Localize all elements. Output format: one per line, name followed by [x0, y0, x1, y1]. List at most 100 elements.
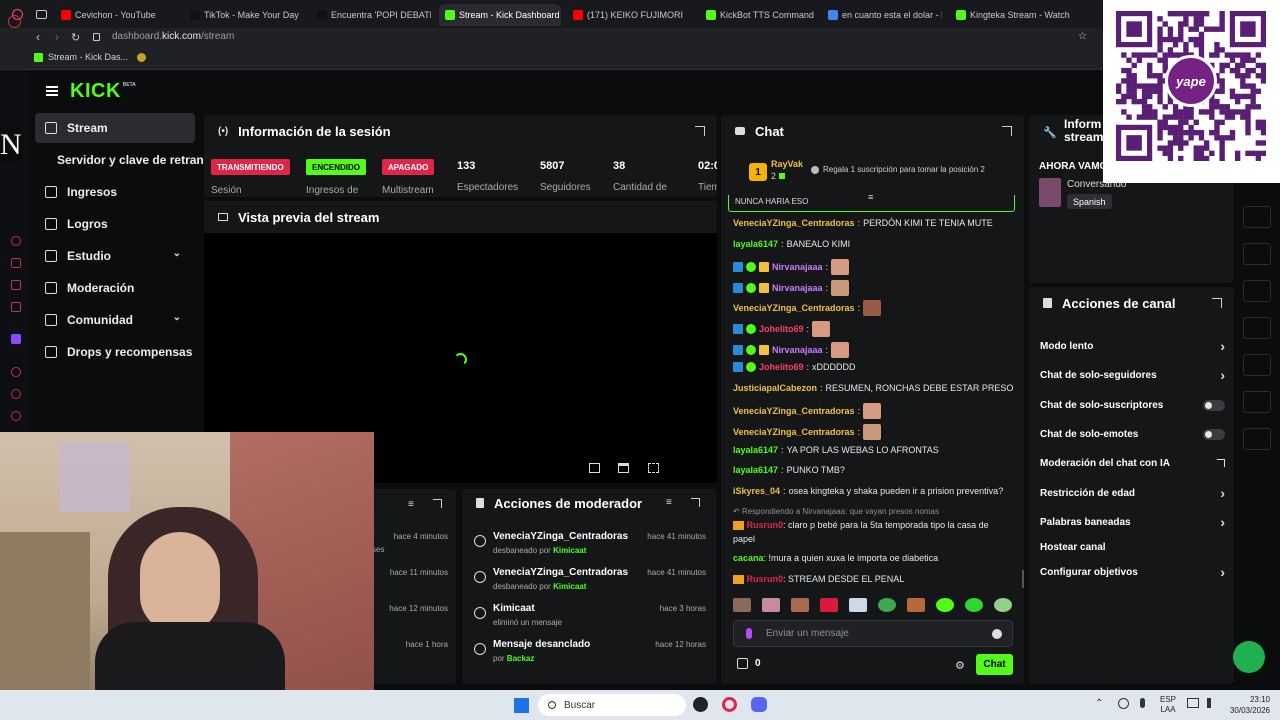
sidebar-app-icon-6[interactable] — [11, 389, 21, 399]
emoji-icon[interactable] — [992, 629, 1002, 639]
discord-icon[interactable] — [751, 697, 767, 712]
volume-icon[interactable] — [1207, 698, 1217, 708]
chat-username[interactable]: iSkyres_04 — [733, 486, 780, 496]
support-headset-icon[interactable] — [1233, 641, 1265, 673]
browser-tab[interactable]: Stream - Kick Dashboard — [439, 4, 561, 26]
sidebar-app-icon-1[interactable] — [11, 236, 21, 246]
popout-icon[interactable] — [1002, 126, 1012, 136]
rail-camera-icon[interactable] — [1243, 206, 1271, 228]
chat-username[interactable]: JusticiapalCabezon — [733, 383, 817, 393]
sidebar-app-icon-2[interactable] — [11, 258, 21, 268]
chat-username[interactable]: VeneciaYZinga_Centradoras — [733, 406, 855, 416]
rail-apps-icon[interactable] — [1243, 465, 1271, 487]
kick-logo[interactable]: KICK BETA — [70, 80, 136, 103]
extension-icon[interactable] — [137, 53, 146, 62]
chat-message[interactable]: Nirvanajaaa: — [733, 259, 850, 276]
chat-message[interactable]: VeneciaYZinga_Centradoras: PERDÓN KIMI TE… — [733, 218, 993, 228]
taskbar-search[interactable]: Buscar — [538, 694, 686, 716]
moderator-log-row[interactable]: Kimicaat eliminó un mensaje hace 3 horas — [470, 603, 710, 637]
popout-icon[interactable] — [1212, 298, 1222, 308]
popout-icon[interactable] — [433, 499, 442, 508]
chat-message[interactable]: VeneciaYZinga_Centradoras: — [733, 424, 882, 440]
chat-message[interactable]: JusticiapalCabezon: RESUMEN, RONCHAS DEBE… — [733, 383, 1013, 393]
sidebar-item-logros[interactable]: Logros — [35, 209, 195, 239]
chat-username[interactable]: Nirvanajaaa — [772, 283, 823, 293]
chat-message[interactable]: layala6147: YA POR LAS WEBAS LO AFRONTAS — [733, 445, 939, 455]
url-text[interactable]: dashboard.kick.com/stream — [112, 31, 234, 42]
emote-icon[interactable] — [878, 598, 896, 612]
windows-start-icon[interactable] — [514, 698, 529, 713]
send-chat-button[interactable]: Chat — [976, 654, 1013, 675]
action-palabras-baneadas[interactable]: Palabras baneadas › — [1040, 512, 1225, 532]
pinned-message[interactable]: NUNCA HARIA ESO — [728, 195, 1015, 212]
chat-username[interactable]: Nirvanajaaa — [772, 262, 823, 272]
rail-document-icon[interactable] — [1243, 280, 1271, 302]
circle-app-icon[interactable] — [8, 15, 21, 28]
browser-tab[interactable]: KickBot TTS Commands — [700, 4, 814, 26]
sidebar-item-drops[interactable]: Drops y recompensas — [35, 337, 195, 367]
sidebar-item-servidor[interactable]: Servidor y clave de retransmisión — [35, 145, 249, 175]
fullscreen-icon[interactable] — [648, 463, 659, 473]
chat-message[interactable]: Rusrun0: STREAM DESDE EL PENAL — [733, 574, 904, 585]
sidebar-item-ingresos[interactable]: Ingresos — [35, 177, 195, 207]
sidebar-app-icon-7[interactable] — [11, 411, 21, 421]
rail-chat-icon[interactable] — [1243, 317, 1271, 339]
emote-icon[interactable] — [762, 598, 780, 612]
emote-icon[interactable] — [965, 598, 983, 612]
moderator-log-row[interactable]: VeneciaYZinga_Centradoras desbaneado por … — [470, 567, 710, 601]
popout-icon[interactable] — [695, 126, 705, 136]
category-thumbnail[interactable] — [1039, 178, 1061, 207]
chevron-right-icon[interactable]: › — [1220, 514, 1225, 530]
chat-message[interactable]: iSkyres_04: osea kingteka y shaka pueden … — [733, 486, 1003, 496]
network-icon[interactable] — [1187, 698, 1199, 708]
microphone-icon[interactable] — [746, 628, 752, 639]
action-modo-lento[interactable]: Modo lento › — [1040, 336, 1225, 356]
clock[interactable]: 23:10 30/03/2026 — [1222, 694, 1270, 716]
wifi-icon[interactable] — [1118, 698, 1129, 709]
chevron-down-icon[interactable]: ⌄ — [173, 312, 181, 323]
opera-icon[interactable] — [722, 697, 737, 712]
reload-icon[interactable]: ↻ — [71, 31, 80, 44]
emote-icon[interactable] — [936, 598, 954, 612]
emote-icon[interactable] — [907, 598, 925, 612]
emote-icon[interactable] — [849, 598, 867, 612]
chevron-right-icon[interactable]: › — [1220, 338, 1225, 354]
action-chat-de-solo-suscriptores[interactable]: Chat de solo-suscriptores — [1040, 395, 1225, 415]
chevron-right-icon[interactable]: › — [1220, 367, 1225, 383]
chat-message[interactable]: Nirvanajaaa: — [733, 279, 850, 296]
tab-list-icon[interactable] — [36, 10, 47, 19]
sidebar-app-icon-5[interactable] — [11, 367, 21, 377]
action-hostear-canal[interactable]: Hostear canal — [1040, 537, 1225, 557]
rail-wrench-icon[interactable] — [1243, 428, 1271, 450]
chevron-right-icon[interactable]: › — [1220, 485, 1225, 501]
chat-message[interactable]: VeneciaYZinga_Centradoras: — [733, 403, 882, 420]
chevron-right-icon[interactable]: › — [1220, 564, 1225, 580]
sidebar-item-stream[interactable]: Stream — [35, 113, 195, 143]
emote-icon[interactable] — [994, 598, 1012, 612]
top-gifter[interactable]: 1 RayVak 2 Regala 1 suscripción para tom… — [749, 159, 1019, 191]
sidebar-app-icon-4[interactable] — [11, 302, 21, 312]
sidebar-item-moderacion[interactable]: Moderación — [35, 273, 195, 303]
browser-tab[interactable]: en cuanto esta el dolar - B — [822, 4, 942, 26]
bookmark-kick[interactable]: Stream - Kick Das... — [34, 52, 128, 62]
sidebar-app-icon-3[interactable] — [11, 280, 21, 290]
action-restriccion-de-edad[interactable]: Restricción de edad › — [1040, 483, 1225, 503]
menu-icon[interactable] — [46, 86, 58, 96]
sidebar-item-comunidad[interactable]: Comunidad ⌄ — [35, 305, 195, 335]
forward-icon[interactable]: › — [55, 30, 59, 44]
filter-icon[interactable]: ≡ — [666, 497, 672, 508]
chat-username[interactable]: layala6147 — [733, 445, 778, 455]
bookmark-star-icon[interactable]: ☆ — [1078, 31, 1087, 42]
language-indicator[interactable]: ESP LAA — [1160, 695, 1176, 715]
chat-message[interactable]: Johelito69: — [733, 321, 831, 337]
filter-icon[interactable]: ≡ — [408, 499, 414, 510]
browser-tab[interactable]: Kingteka Stream - Watch L — [950, 4, 1070, 26]
chevron-down-icon[interactable]: ⌄ — [173, 248, 181, 259]
emote-icon[interactable] — [791, 598, 809, 612]
tray-chevron-icon[interactable]: ⌃ — [1095, 698, 1103, 709]
channel-points[interactable]: 0 — [737, 658, 761, 669]
mic-tray-icon[interactable] — [1140, 698, 1145, 708]
action-chat-de-solo-emotes[interactable]: Chat de solo-emotes — [1040, 424, 1225, 444]
back-icon[interactable]: ‹ — [36, 30, 40, 44]
chat-username[interactable]: layala6147 — [733, 465, 778, 475]
